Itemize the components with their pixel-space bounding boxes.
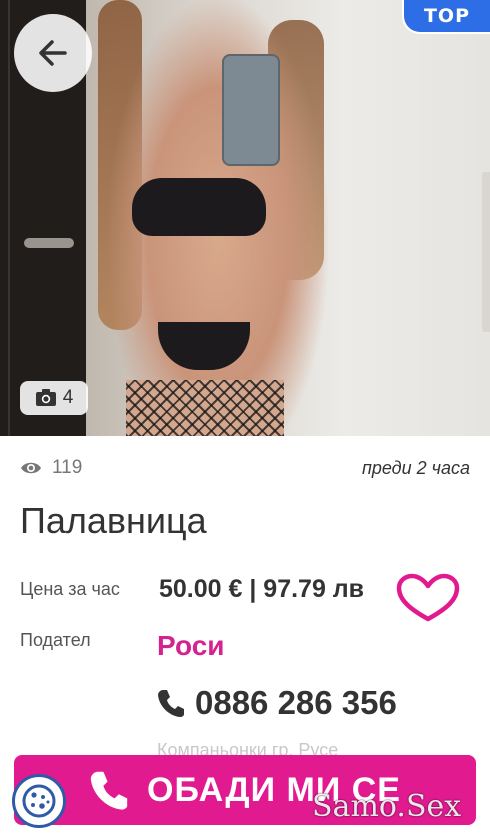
eye-icon <box>21 462 41 474</box>
watermark: Samo.Sex <box>312 789 462 824</box>
meta-row: 119 преди 2 часа <box>20 455 470 481</box>
photo-count-value: 4 <box>62 387 74 408</box>
cookie-icon <box>22 784 56 818</box>
views-count: 119 <box>52 457 83 478</box>
price-label: Цена за час <box>20 579 120 599</box>
listing-title: Палавница <box>20 500 207 541</box>
phone-link[interactable]: 0886 286 356 <box>157 684 397 722</box>
back-arrow-icon <box>39 40 67 66</box>
phone-number: 0886 286 356 <box>195 684 397 721</box>
provider-label: Подател <box>20 630 91 650</box>
photo-count-button[interactable]: 4 <box>20 381 88 415</box>
price-value: 50.00 € | 97.79 лв <box>159 575 365 603</box>
views: 119 <box>20 457 82 479</box>
provider-name-link[interactable]: Роси <box>157 630 225 662</box>
back-button[interactable] <box>14 14 92 92</box>
cookie-settings-button[interactable] <box>12 774 66 828</box>
posted-time: преди 2 часа <box>361 457 470 478</box>
price-row: Цена за час 50.00 € | 97.79 лв <box>20 573 480 622</box>
camera-icon <box>35 389 56 406</box>
edge-handle <box>482 172 490 332</box>
phone-icon <box>158 690 184 717</box>
heart-icon[interactable] <box>396 573 460 623</box>
phone-icon <box>90 771 128 810</box>
top-badge: TOP <box>402 0 490 34</box>
